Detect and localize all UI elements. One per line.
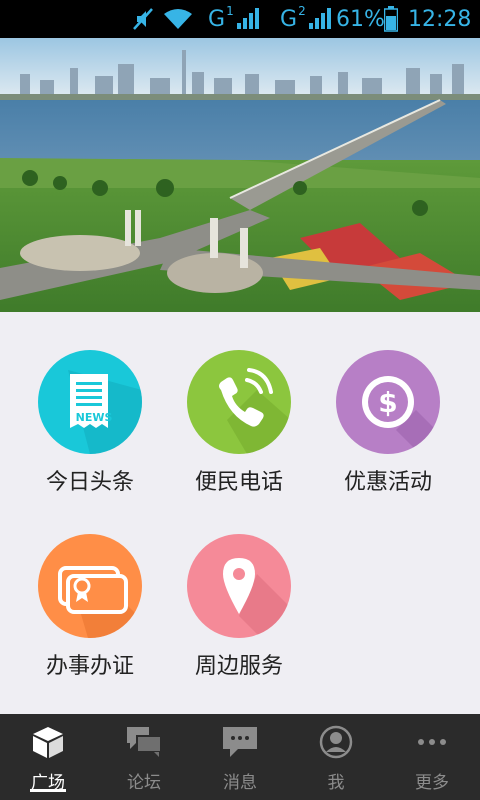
message-icon [220, 722, 260, 762]
svg-text:$: $ [378, 386, 397, 419]
tab-label: 论坛 [127, 773, 161, 793]
mute-icon [132, 0, 154, 38]
tab-plaza[interactable]: 广场 [0, 714, 96, 800]
grid-item-label: 周边服务 [194, 654, 283, 679]
status-bar: G 1 G 2 61% 12:28 [0, 0, 480, 38]
tab-messages[interactable]: 消息 [192, 714, 288, 800]
tab-label: 消息 [223, 773, 257, 793]
dollar-icon: $ [336, 350, 440, 454]
grid-item-label: 便民电话 [194, 470, 283, 495]
tab-label: 我 [327, 773, 345, 793]
wifi-icon [162, 0, 194, 38]
bottom-tab-bar: 广场 论坛 消息 我 更多 [0, 714, 480, 800]
tab-me[interactable]: 我 [288, 714, 384, 800]
phone-icon [187, 350, 291, 454]
grid-item-phone[interactable]: 便民电话 [164, 312, 314, 495]
forum-icon [124, 722, 164, 762]
banner-image[interactable] [0, 38, 480, 312]
location-icon [187, 534, 291, 638]
grid-item-label: 办事办证 [45, 654, 134, 679]
tab-label: 更多 [415, 773, 449, 793]
sim2-network: G [280, 6, 298, 32]
grid-item-label: 今日头条 [45, 470, 134, 495]
sim1-network: G [208, 6, 226, 32]
tab-forum[interactable]: 论坛 [96, 714, 192, 800]
grid-item-certificates[interactable]: 办事办证 [15, 496, 165, 679]
tab-more[interactable]: 更多 [384, 714, 480, 800]
certificate-icon [38, 534, 142, 638]
active-tab-indicator [30, 789, 66, 792]
grid-item-headlines[interactable]: NEWS 今日头条 [15, 312, 165, 495]
sim2-index: 2 [298, 4, 306, 18]
cube-icon [28, 722, 68, 762]
sim1-indicator: G 1 [208, 0, 262, 38]
news-icon: NEWS [38, 350, 142, 454]
sim2-indicator: G 2 [280, 0, 334, 38]
signal-icon [236, 8, 259, 29]
signal-icon [308, 8, 331, 29]
grid-item-promotions[interactable]: $ 优惠活动 [313, 312, 463, 495]
news-badge: NEWS [76, 411, 113, 424]
function-grid: NEWS 今日头条 便民电话 $ 优惠活动 办事办证 周边服务 [0, 312, 480, 714]
grid-item-label: 优惠活动 [343, 470, 432, 495]
grid-item-nearby[interactable]: 周边服务 [164, 496, 314, 679]
clock: 12:28 [408, 6, 472, 32]
more-icon [412, 722, 452, 762]
battery-percent: 61% [336, 6, 385, 32]
user-icon [316, 722, 356, 762]
sim1-index: 1 [226, 4, 234, 18]
battery-icon [384, 0, 398, 38]
